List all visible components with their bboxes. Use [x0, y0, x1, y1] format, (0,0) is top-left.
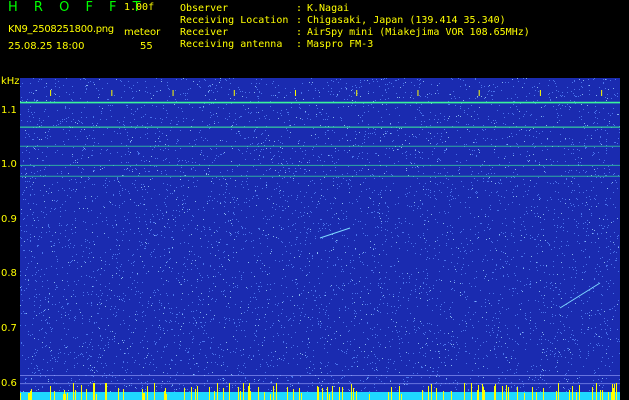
meta-separator: :: [296, 39, 303, 50]
meteor-count: 55: [140, 41, 153, 52]
meta-separator: :: [296, 27, 303, 38]
y-tick-label: 0.9: [1, 213, 17, 225]
meta-key-receiver: Receiver: [180, 27, 229, 38]
meta-key-location: Receiving Location: [180, 15, 289, 26]
meta-value-antenna: Maspro FM-3: [307, 39, 374, 50]
spectrogram-plot: [20, 78, 620, 400]
meta-value-location: Chigasaki, Japan (139.414 35.340): [307, 15, 506, 26]
y-tick-label: 0.7: [1, 323, 17, 335]
meta-key-observer: Observer: [180, 3, 229, 14]
y-tick-label: 0.8: [1, 268, 17, 280]
y-axis-unit: kHz: [1, 76, 20, 87]
y-tick-label: 1.0: [1, 159, 17, 171]
meta-key-antenna: Receiving antenna: [180, 39, 283, 50]
spectrogram-svg: [20, 78, 620, 400]
app-version: 1.00f: [124, 2, 155, 13]
meta-separator: :: [296, 3, 303, 14]
date-time: 25.08.25 18:00: [8, 41, 85, 52]
meta-value-observer: K.Nagai: [307, 3, 350, 14]
meta-separator: :: [296, 15, 303, 26]
header-panel: H R O F F T 1.00f KN9_2508251800.png met…: [0, 0, 629, 75]
meta-value-receiver: AirSpy mini (Miakejima VOR 108.65MHz): [307, 27, 530, 38]
meteor-label: meteor: [124, 27, 161, 38]
file-name: KN9_2508251800.png: [8, 24, 114, 35]
y-tick-label: 0.6: [1, 377, 17, 389]
y-tick-label: 1.1: [1, 104, 17, 116]
signal-strip: [20, 392, 620, 400]
